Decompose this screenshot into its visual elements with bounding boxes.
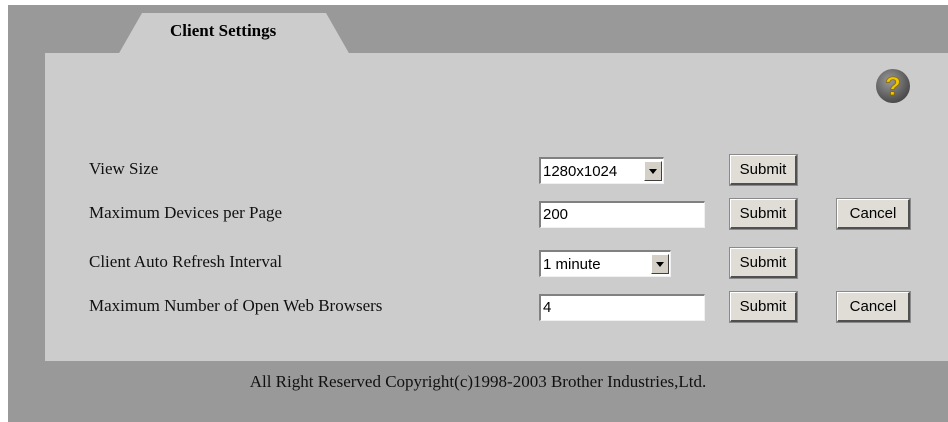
max-devices-input[interactable]: 200 — [539, 201, 705, 228]
max-devices-label: Maximum Devices per Page — [89, 203, 283, 222]
max-browsers-cancel-button[interactable]: Cancel — [836, 291, 911, 323]
refresh-interval-select[interactable]: 1 minute — [539, 250, 671, 277]
view-size-submit-button[interactable]: Submit — [729, 154, 798, 186]
settings-panel: ? View Size 1280x1024 Submit Maximum Dev… — [45, 53, 948, 361]
max-browsers-submit-button[interactable]: Submit — [729, 291, 798, 323]
view-size-label: View Size — [89, 159, 159, 178]
chevron-down-icon[interactable] — [651, 254, 669, 274]
tab-client-settings[interactable]: Client Settings — [170, 21, 276, 41]
max-devices-cancel-button[interactable]: Cancel — [836, 198, 911, 230]
chevron-down-icon[interactable] — [644, 161, 662, 181]
max-devices-submit-button[interactable]: Submit — [729, 198, 798, 230]
help-question-icon[interactable]: ? — [875, 68, 911, 104]
view-size-select[interactable]: 1280x1024 — [539, 157, 664, 184]
view-size-value: 1280x1024 — [543, 162, 618, 180]
max-browsers-input[interactable]: 4 — [539, 294, 705, 321]
copyright-footer: All Right Reserved Copyright(c)1998-2003… — [249, 372, 707, 391]
help-glyph: ? — [885, 71, 901, 101]
refresh-interval-label: Client Auto Refresh Interval — [89, 252, 283, 271]
settings-frame: Client Settings ? View Size 1280x1024 Su… — [8, 5, 948, 422]
refresh-interval-value: 1 minute — [543, 255, 601, 273]
refresh-interval-submit-button[interactable]: Submit — [729, 247, 798, 279]
max-browsers-label: Maximum Number of Open Web Browsers — [89, 296, 383, 315]
